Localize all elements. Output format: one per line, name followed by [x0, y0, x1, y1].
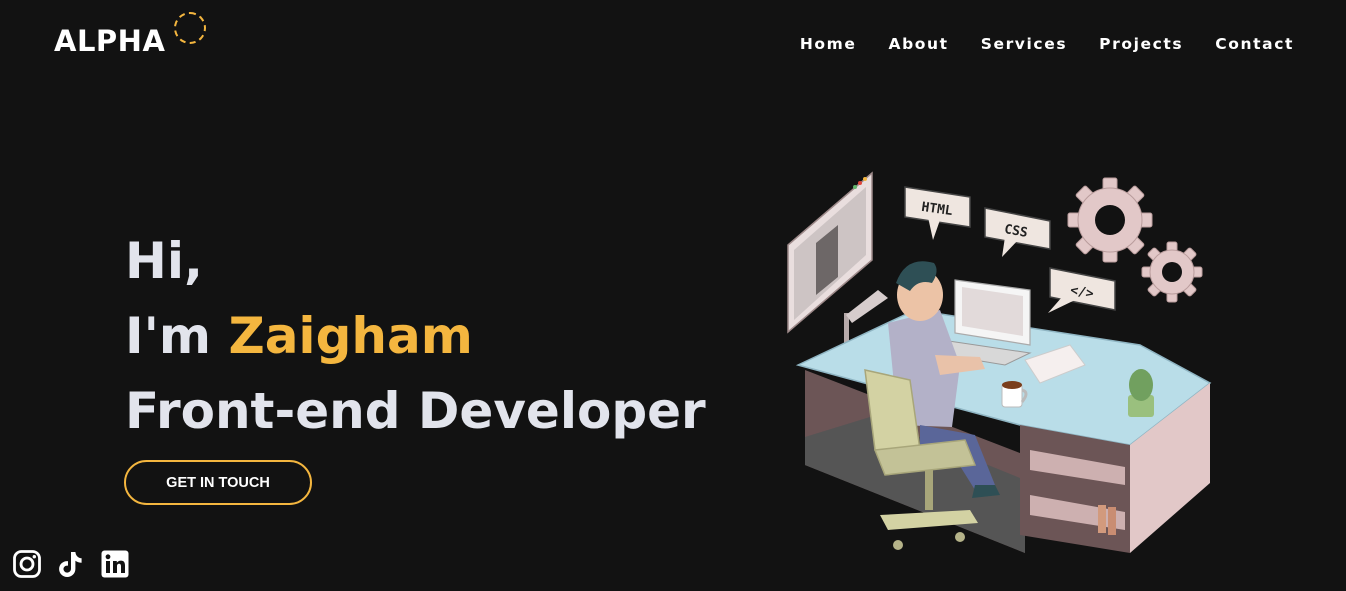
developer-illustration: HTML CSS </>	[787, 171, 1212, 553]
nav-about[interactable]: About	[889, 35, 949, 53]
code-bubble: </>	[1048, 267, 1116, 313]
nav-contact[interactable]: Contact	[1215, 35, 1294, 53]
hero-name: Zaigham	[228, 307, 473, 365]
gear-large-icon	[1067, 177, 1153, 263]
tiktok-icon[interactable]	[56, 549, 86, 579]
nav-projects[interactable]: Projects	[1099, 35, 1183, 53]
gear-small-icon	[1141, 241, 1203, 303]
instagram-icon[interactable]	[12, 549, 42, 579]
css-bubble: CSS	[984, 207, 1051, 257]
desk	[795, 309, 1212, 553]
get-in-touch-button[interactable]: GET IN TOUCH	[124, 460, 312, 505]
hero-role: Front-end Developer	[125, 382, 706, 440]
nav-home[interactable]: Home	[800, 35, 857, 53]
html-bubble: HTML	[904, 186, 971, 240]
hero-intro-prefix: I'm	[125, 307, 212, 365]
cactus-plant	[1128, 369, 1154, 417]
nav-services[interactable]: Services	[981, 35, 1067, 53]
main-nav: Home About Services Projects Contact	[800, 35, 1294, 53]
hero-intro: I'm Zaigham	[125, 299, 706, 374]
hero-section: Hi, I'm Zaigham Front-end Developer	[125, 224, 706, 449]
logo[interactable]: ALPHA	[54, 24, 165, 58]
linkedin-icon[interactable]	[100, 549, 130, 579]
dashed-circle-decoration	[174, 12, 206, 44]
hero-greeting: Hi,	[125, 232, 203, 290]
social-links	[12, 549, 130, 579]
